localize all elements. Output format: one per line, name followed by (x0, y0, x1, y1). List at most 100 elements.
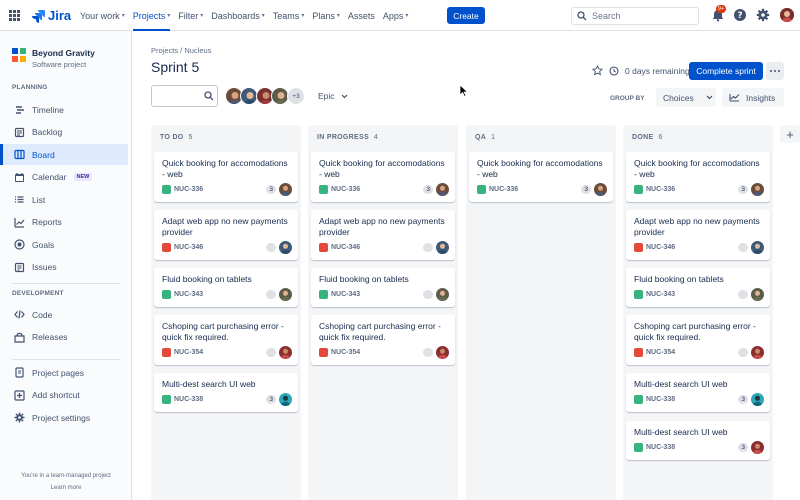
epic-filter[interactable]: Epic (318, 91, 348, 101)
sidebar-item-backlog[interactable]: Backlog (0, 122, 128, 143)
jira-logo[interactable]: Jira (31, 8, 71, 23)
sidebar-item-board[interactable]: Board (0, 144, 128, 165)
nav-item-apps[interactable]: Apps ▾ (379, 0, 413, 31)
complete-sprint-button[interactable]: Complete sprint (689, 62, 763, 80)
group-by-select[interactable]: Choices (656, 88, 716, 107)
project-header[interactable]: Beyond Gravity Software project (12, 48, 95, 69)
sidebar-item-code[interactable]: Code (0, 304, 128, 325)
planning-section-title: PLANNING (12, 84, 48, 91)
assignee-avatar[interactable] (751, 393, 764, 406)
issue-card[interactable]: Adapt web app no new payments provider NU… (311, 210, 455, 260)
nav-item-your-work[interactable]: Your work ▾ (76, 0, 129, 31)
sidebar-item-project-settings[interactable]: Project settings (0, 407, 128, 428)
app-switcher-icon[interactable] (9, 10, 20, 21)
sidebar-item-add-shortcut[interactable]: Add shortcut (0, 385, 128, 406)
issue-card[interactable]: Cshoping cart purchasing error - quick f… (311, 315, 455, 365)
chevron-down-icon: ▾ (121, 13, 125, 19)
board-search[interactable] (151, 85, 218, 107)
goals-icon (14, 239, 25, 250)
create-button[interactable]: Create (447, 7, 485, 24)
issue-key: NUC-354 (646, 349, 676, 356)
assignee-avatar[interactable] (436, 288, 449, 301)
help-icon[interactable]: ? (733, 8, 747, 22)
assignee-avatar[interactable] (436, 183, 449, 196)
issue-card[interactable]: Fluid booking on tablets NUC-343 (626, 268, 770, 307)
nav-item-projects[interactable]: Projects ▾ (129, 0, 175, 31)
nav-item-filter[interactable]: Filter ▾ (174, 0, 207, 31)
issue-card[interactable]: Adapt web app no new payments provider NU… (626, 210, 770, 260)
star-icon[interactable] (592, 65, 603, 76)
issue-card[interactable]: Fluid booking on tablets NUC-343 (311, 268, 455, 307)
sidebar-item-label: Backlog (32, 127, 63, 137)
assignee-avatar[interactable] (751, 288, 764, 301)
sidebar-item-issues[interactable]: Issues (0, 257, 128, 278)
nav-item-assets[interactable]: Assets (344, 0, 379, 31)
learn-more-link[interactable]: Learn more (0, 485, 132, 491)
column-name: DONE (632, 134, 654, 141)
assignee-avatar[interactable] (751, 346, 764, 359)
sidebar-item-timeline[interactable]: Timeline (0, 99, 128, 120)
assignee-avatar[interactable] (751, 441, 764, 454)
issue-card[interactable]: Fluid booking on tablets NUC-343 (154, 268, 298, 307)
nav-item-teams[interactable]: Teams ▾ (269, 0, 309, 31)
bug-type-icon (634, 348, 643, 357)
global-search[interactable] (571, 7, 699, 25)
nav-item-label: Assets (347, 10, 375, 21)
assignee-avatar[interactable] (594, 183, 607, 196)
sidebar-item-project-pages[interactable]: Project pages (0, 362, 128, 383)
nav-item-dashboards[interactable]: Dashboards ▾ (207, 0, 269, 31)
sidebar-item-list[interactable]: List (0, 189, 128, 210)
issue-card[interactable]: Cshoping cart purchasing error - quick f… (154, 315, 298, 365)
breadcrumb[interactable]: Projects / Nucleus (151, 46, 211, 55)
issue-card[interactable]: Quick booking for accomodations - web NUC… (626, 152, 770, 202)
column-header[interactable]: TO DO 5 (160, 134, 193, 141)
story-points-badge (423, 243, 433, 252)
sidebar-item-label: Timeline (32, 104, 64, 115)
issue-card[interactable]: Multi-dest search UI web NUC-338 3 (626, 373, 770, 412)
assignee-avatar[interactable] (279, 288, 292, 301)
assignee-avatar[interactable] (279, 393, 292, 406)
issue-card[interactable]: Cshoping cart purchasing error - quick f… (626, 315, 770, 365)
user-avatar[interactable] (780, 8, 794, 22)
issue-summary: Quick booking for accomodations - web (634, 158, 760, 179)
settings-gear-icon[interactable] (756, 8, 770, 22)
issue-summary: Multi-dest search UI web (162, 379, 256, 389)
sidebar-item-goals[interactable]: Goals (0, 234, 128, 255)
assignee-avatar[interactable] (436, 346, 449, 359)
assignee-avatar[interactable] (279, 183, 292, 196)
issue-card[interactable]: Multi-dest search UI web NUC-338 3 (154, 373, 298, 412)
sidebar-item-releases[interactable]: Releases (0, 327, 128, 348)
nav-item-plans[interactable]: Plans ▾ (308, 0, 344, 31)
add-column-icon[interactable]: + (780, 125, 800, 143)
story-points-badge: 3 (738, 185, 748, 194)
sidebar-item-label: Board (32, 149, 55, 160)
column-header[interactable]: IN PROGRESS 4 (317, 134, 378, 141)
issue-card[interactable]: Adapt web app no new payments provider NU… (154, 210, 298, 260)
project-sidebar: Beyond Gravity Software project PLANNING… (0, 31, 132, 500)
issue-key: NUC-354 (174, 349, 204, 356)
issue-card[interactable]: Multi-dest search UI web NUC-338 3 (626, 421, 770, 460)
assignee-avatar[interactable] (279, 346, 292, 359)
issue-card[interactable]: Quick booking for accomodations - web NUC… (154, 152, 298, 202)
column-header[interactable]: QA 1 (475, 134, 495, 141)
bug-type-icon (319, 348, 328, 357)
group-by-value: Choices (663, 92, 694, 103)
sidebar-item-reports[interactable]: Reports (0, 212, 128, 233)
board-search-input[interactable] (156, 91, 204, 101)
card-footer: NUC-354 (634, 346, 764, 359)
issue-card[interactable]: Quick booking for accomodations - web NUC… (311, 152, 455, 202)
search-input[interactable] (592, 11, 692, 21)
insights-button[interactable]: Insights (722, 88, 784, 107)
card-footer: NUC-338 3 (162, 393, 292, 406)
story-points-badge (266, 243, 276, 252)
assignee-avatar[interactable] (279, 241, 292, 254)
more-actions-icon[interactable] (766, 62, 784, 80)
assignee-avatar[interactable] (436, 241, 449, 254)
assignee-avatar[interactable] (751, 183, 764, 196)
column-header[interactable]: DONE 6 (632, 134, 663, 141)
story-type-icon (634, 290, 643, 299)
issue-card[interactable]: Quick booking for accomodations - web NUC… (469, 152, 613, 202)
sidebar-item-calendar[interactable]: Calendar NEW (0, 167, 128, 188)
more-assignees-avatar[interactable]: +3 (287, 87, 305, 105)
assignee-avatar[interactable] (751, 241, 764, 254)
